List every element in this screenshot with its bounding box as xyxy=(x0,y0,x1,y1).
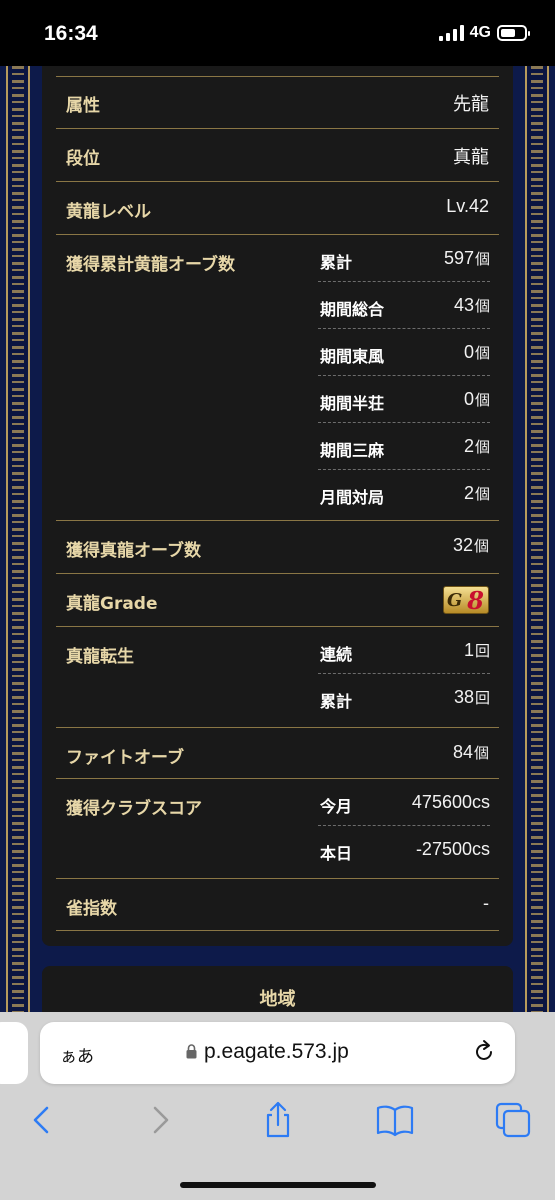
browser-chrome: ぁあ p.eagate.573.jp xyxy=(0,1012,555,1200)
item-value: 597個 xyxy=(443,248,490,268)
item-value: 1回 xyxy=(463,640,490,660)
row-value: Lv.42 xyxy=(446,196,489,216)
list-item: 累計 597個 xyxy=(318,235,490,282)
reader-settings-button[interactable]: ぁあ xyxy=(60,1042,94,1067)
club-score-list: 今月 475600cs 本日 -27500cs xyxy=(318,779,490,873)
orb-total-list: 累計 597個 期間総合 43個 期間東風 0個 期間半荘 0個 期間三麻 2個… xyxy=(318,235,490,517)
cellular-signal-icon xyxy=(438,25,464,41)
browser-toolbar xyxy=(0,1100,555,1144)
address-bar[interactable]: ぁあ p.eagate.573.jp xyxy=(40,1022,515,1084)
row-value: 真龍 xyxy=(453,147,489,167)
battery-icon xyxy=(497,25,530,41)
ornament-border-left xyxy=(6,66,30,1012)
item-label: 本日 xyxy=(320,844,353,863)
list-item: 累計 38回 xyxy=(318,674,490,721)
list-item: 今月 475600cs xyxy=(318,779,490,826)
home-indicator[interactable] xyxy=(180,1182,376,1188)
previous-tab-preview[interactable] xyxy=(0,1022,28,1084)
row-value: - xyxy=(483,893,489,913)
row-label: 真龍Grade xyxy=(66,594,158,614)
row-label: 雀指数 xyxy=(66,899,117,919)
row-shinryu-orb: 獲得真龍オーブ数 32個 xyxy=(56,521,499,574)
ornament-border-right xyxy=(525,66,549,1012)
item-value: 475600cs xyxy=(411,792,490,812)
row-orb-total: 獲得累計黄龍オーブ数 累計 597個 期間総合 43個 期間東風 0個 期間半荘… xyxy=(56,235,499,521)
row-grade: 真龍Grade G 8 xyxy=(56,574,499,627)
region-title: 地域 xyxy=(259,989,296,1010)
item-value: -27500cs xyxy=(415,839,490,859)
item-label: 期間半荘 xyxy=(320,394,385,413)
row-value: 32個 xyxy=(452,535,489,555)
lock-icon xyxy=(186,1044,197,1059)
row-club-score: 獲得クラブスコア 今月 475600cs 本日 -27500cs xyxy=(56,779,499,879)
item-label: 期間総合 xyxy=(320,300,385,319)
tabs-icon[interactable] xyxy=(493,1100,533,1140)
row-label: ファイトオーブ xyxy=(66,748,184,768)
network-type: 4G xyxy=(469,24,491,41)
profile-panel: 属性 先龍 段位 真龍 黄龍レベル Lv.42 獲得累計黄龍オーブ数 累計 59… xyxy=(42,66,513,946)
item-value: 43個 xyxy=(453,295,490,315)
reload-icon[interactable] xyxy=(471,1039,497,1065)
web-page[interactable]: 属性 先龍 段位 真龍 黄龍レベル Lv.42 獲得累計黄龍オーブ数 累計 59… xyxy=(0,66,555,1012)
item-label: 累計 xyxy=(320,253,353,272)
row-label: 属性 xyxy=(66,96,100,116)
row-label: 真龍転生 xyxy=(66,647,134,667)
row-rank: 段位 真龍 xyxy=(56,129,499,182)
url-text[interactable]: p.eagate.573.jp xyxy=(204,1040,349,1064)
row-label: 段位 xyxy=(66,149,100,169)
list-item: 期間半荘 0個 xyxy=(318,376,490,423)
bookmarks-icon[interactable] xyxy=(375,1100,415,1140)
row-jan-shisu: 雀指数 - xyxy=(56,879,499,931)
row-label: 黄龍レベル xyxy=(66,202,151,222)
row-fight-orb: ファイトオーブ 84個 xyxy=(56,728,499,779)
row-label: 獲得真龍オーブ数 xyxy=(66,541,201,561)
item-label: 今月 xyxy=(320,797,353,816)
share-icon[interactable] xyxy=(258,1100,298,1140)
list-item: 連続 1回 xyxy=(318,627,490,674)
list-item: 期間総合 43個 xyxy=(318,282,490,329)
status-indicators: 4G xyxy=(438,24,530,42)
list-item: 期間三麻 2個 xyxy=(318,423,490,470)
item-value: 2個 xyxy=(463,436,490,456)
list-item: 月間対局 2個 xyxy=(318,470,490,517)
row-reincarnation: 真龍転生 連続 1回 累計 38回 xyxy=(56,627,499,728)
item-label: 期間東風 xyxy=(320,347,385,366)
item-value: 2個 xyxy=(463,483,490,503)
row-level: 黄龍レベル Lv.42 xyxy=(56,182,499,235)
status-time: 16:34 xyxy=(44,22,98,45)
back-icon[interactable] xyxy=(22,1100,62,1140)
grade-badge-icon: G 8 xyxy=(443,586,489,615)
row-value: 先龍 xyxy=(453,94,489,114)
item-label: 月間対局 xyxy=(320,488,385,507)
row-label: 獲得クラブスコア xyxy=(66,799,202,819)
item-value: 0個 xyxy=(463,342,490,362)
item-label: 期間三麻 xyxy=(320,441,385,460)
item-label: 累計 xyxy=(320,692,353,711)
list-item: 本日 -27500cs xyxy=(318,826,490,873)
item-value: 38回 xyxy=(453,687,490,707)
reincarnation-list: 連続 1回 累計 38回 xyxy=(318,627,490,721)
list-item: 期間東風 0個 xyxy=(318,329,490,376)
row-value: 84個 xyxy=(452,742,489,762)
item-label: 連続 xyxy=(320,645,353,664)
status-bar: 16:34 4G xyxy=(0,0,555,66)
item-value: 0個 xyxy=(463,389,490,409)
region-panel: 地域 xyxy=(42,966,513,1012)
row-label: 獲得累計黄龍オーブ数 xyxy=(66,255,235,275)
forward-icon[interactable] xyxy=(140,1100,180,1140)
row-attribute: 属性 先龍 xyxy=(56,76,499,129)
